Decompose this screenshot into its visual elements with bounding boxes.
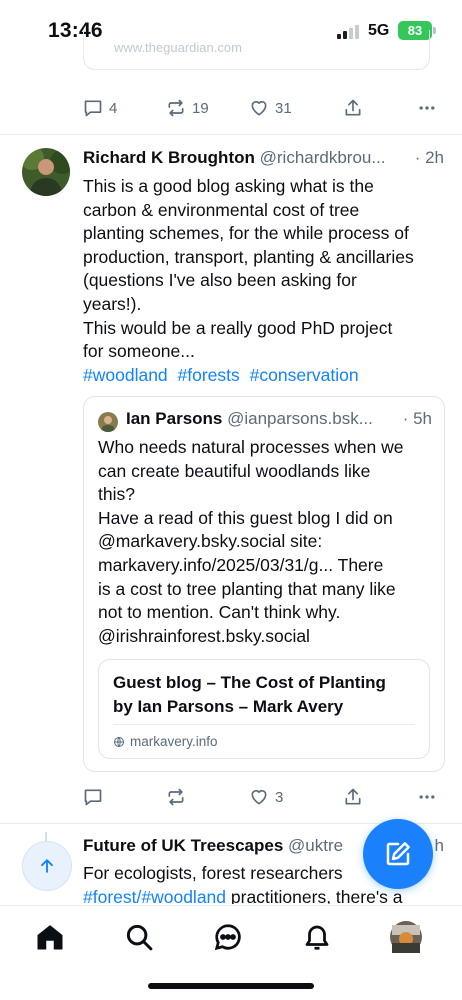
nav-home[interactable] xyxy=(33,920,67,954)
post-text-line: This is a good blog asking what is the xyxy=(83,176,374,196)
reply-button[interactable]: 4 xyxy=(83,96,117,120)
link-title-line: by Ian Parsons – Mark Avery xyxy=(113,697,344,716)
hashtag-link[interactable]: #forests xyxy=(178,365,240,385)
repost-icon xyxy=(168,788,184,806)
post-text-line: carbon & environmental cost of tree xyxy=(83,199,360,220)
chat-icon xyxy=(214,924,241,951)
share-button[interactable] xyxy=(343,96,363,120)
hashtag-link[interactable]: #woodland xyxy=(83,365,168,385)
more-button[interactable] xyxy=(417,96,437,120)
post-divider xyxy=(0,134,462,135)
link-card-domain: markavery.info xyxy=(130,734,218,749)
link-card[interactable]: Guest blog – The Cost of Planting by Ian… xyxy=(98,659,430,759)
post-text-line: planting schemes, for the while process … xyxy=(83,223,409,244)
post-text-line: This would be a really good PhD project xyxy=(83,317,393,338)
post-text-line: for someone... xyxy=(83,341,195,362)
reply-icon xyxy=(84,789,102,806)
nav-notifications[interactable] xyxy=(300,920,334,954)
next-post-text-rest: practitioners, there's a xyxy=(226,886,403,904)
quote-author-avatar[interactable] xyxy=(98,412,118,432)
repost-icon xyxy=(168,99,184,117)
globe-icon xyxy=(114,736,124,747)
home-icon xyxy=(37,925,63,950)
more-icon xyxy=(419,795,435,799)
compose-icon xyxy=(386,842,410,866)
post-text-line: (questions I've also been asking for xyxy=(83,270,357,291)
like-count: 31 xyxy=(275,99,292,117)
link-title-line: Guest blog – The Cost of Planting xyxy=(113,673,386,692)
quote-text-line: can create beautiful woodlands like xyxy=(98,460,371,481)
nav-chat[interactable] xyxy=(211,920,245,954)
search-icon xyxy=(126,924,153,951)
like-button[interactable]: 31 xyxy=(249,96,292,120)
quote-text-line: not to mention. Can't think why. xyxy=(98,602,341,623)
bell-icon xyxy=(305,925,329,950)
quote-text-line: is a cost to tree planting that many lik… xyxy=(98,578,396,599)
reply-icon xyxy=(84,100,102,117)
share-icon xyxy=(345,788,361,805)
like-button[interactable]: 3 xyxy=(249,785,283,809)
nav-profile[interactable] xyxy=(389,920,423,954)
post-text-line: years!). xyxy=(83,293,142,314)
quote-text-line: markavery.info/2025/03/31/g... There xyxy=(98,554,384,575)
repost-button[interactable]: 19 xyxy=(166,96,209,120)
home-indicator xyxy=(148,983,314,989)
compose-button[interactable] xyxy=(363,819,433,889)
quote-author-name[interactable]: Ian Parsons xyxy=(126,409,222,428)
more-button[interactable] xyxy=(417,785,437,809)
quote-text-line: this? xyxy=(98,484,135,505)
quote-text-line: @markavery.bsky.social site: xyxy=(98,531,323,552)
quote-text-line: @irishrainforest.bsky.social xyxy=(98,625,310,646)
battery-tip xyxy=(433,27,436,34)
prev-link-card[interactable]: www.theguardian.com xyxy=(83,30,430,70)
repost-count: 19 xyxy=(192,99,209,117)
quote-header: Ian Parsons @ianparsons.bsk... · 5h xyxy=(126,409,434,429)
link-card-divider xyxy=(113,724,415,725)
quote-text: Who needs natural processes when we can … xyxy=(98,436,436,648)
author-handle[interactable]: @richardkbrou... xyxy=(260,148,386,167)
post-actions: 3 xyxy=(83,785,445,809)
post-text-line: production, transport, planting & ancill… xyxy=(83,246,414,267)
post-text: This is a good blog asking what is the c… xyxy=(83,175,433,364)
heart-icon xyxy=(251,100,267,116)
author-avatar[interactable] xyxy=(22,148,70,196)
share-button[interactable] xyxy=(343,785,363,809)
prev-post-actions: 4 19 31 xyxy=(83,96,445,120)
post-header: Richard K Broughton @richardkbrou... · 2… xyxy=(83,148,448,168)
profile-avatar xyxy=(390,921,422,953)
hashtag-link[interactable]: #forest/#woodland xyxy=(83,887,226,904)
link-card-domain-row: markavery.info xyxy=(113,734,218,749)
heart-icon xyxy=(251,789,267,805)
quote-time: · 5h xyxy=(398,409,432,429)
quote-text-line: Have a read of this guest blog I did on xyxy=(98,507,393,528)
link-card-title: Guest blog – The Cost of Planting by Ian… xyxy=(113,671,418,719)
arrow-up-icon xyxy=(41,859,53,873)
reply-count: 4 xyxy=(109,99,118,117)
scroll-to-top-button[interactable] xyxy=(22,841,72,891)
like-count: 3 xyxy=(275,788,284,806)
share-icon xyxy=(345,99,361,116)
more-icon xyxy=(419,106,435,110)
quoted-post[interactable]: Ian Parsons @ianparsons.bsk... · 5h Who … xyxy=(83,396,445,772)
repost-button[interactable] xyxy=(166,785,192,809)
post-time: · 2h xyxy=(410,148,444,168)
nav-search[interactable] xyxy=(122,920,156,954)
quote-author-handle[interactable]: @ianparsons.bsk... xyxy=(227,409,373,428)
hashtags: #woodland #forests #conservation xyxy=(83,365,364,386)
prev-link-domain: www.theguardian.com xyxy=(114,40,242,55)
author-name[interactable]: Richard K Broughton xyxy=(83,148,255,167)
next-author-handle[interactable]: @uktre xyxy=(288,836,343,855)
hashtag-link[interactable]: #conservation xyxy=(250,365,359,385)
next-author-name[interactable]: Future of UK Treescapes xyxy=(83,836,283,855)
reply-button[interactable] xyxy=(83,785,109,809)
quote-text-line: Who needs natural processes when we xyxy=(98,437,404,457)
